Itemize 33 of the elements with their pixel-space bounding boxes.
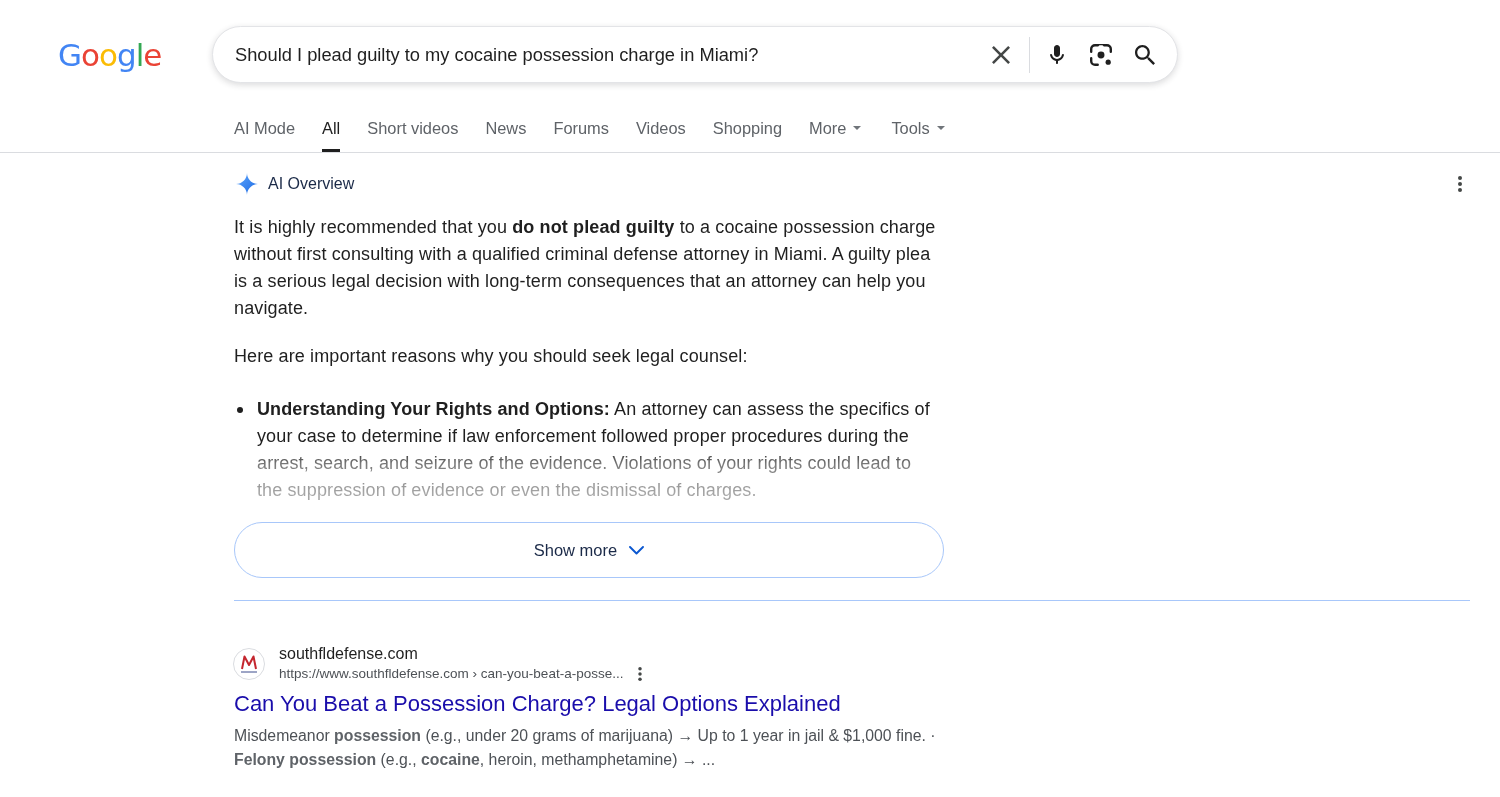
search-input[interactable]: Should I plead guilty to my cocaine possession charge in Miami? (235, 43, 984, 66)
search-tab[interactable]: AI Mode (234, 108, 296, 152)
more-options-icon[interactable] (1458, 176, 1462, 192)
camera-icon[interactable] (1090, 43, 1112, 66)
sparkle-icon (236, 173, 258, 195)
search-tab[interactable]: Videos (635, 108, 686, 152)
search-tab[interactable]: Forums (553, 108, 609, 152)
result-title-link[interactable]: Can You Beat a Possession Charge? Legal Options Explained (234, 689, 841, 719)
search-tab[interactable]: Short videos (367, 108, 459, 152)
site-name[interactable]: southfldefense.com (279, 644, 643, 664)
search-tab[interactable]: Shopping (712, 108, 783, 152)
dropdown-tab[interactable]: More (809, 108, 862, 152)
search-bar[interactable]: Should I plead guilty to my cocaine possession charge in Miami? (212, 26, 1178, 83)
overview-paragraph: Here are important reasons why you should seek legal counsel: (234, 345, 749, 368)
mic-icon[interactable] (1050, 45, 1064, 64)
close-icon[interactable] (992, 45, 1010, 64)
dropdown-tab[interactable]: Tools (891, 108, 945, 152)
search-tab[interactable]: News (485, 108, 527, 152)
result-url[interactable]: https://www.southfldefense.com › can-you-beat-a-posse... (279, 664, 624, 684)
show-more-button[interactable]: Show more (234, 522, 944, 578)
result-snippet: Misdemeanor possession (e.g., under 20 grams of marijuana) → Up to 1 year in jail & $1,000 fine. · Felony possession (e.g., cocaine, heroin, methamphetamine) → ... (234, 726, 937, 770)
search-icon[interactable] (1135, 44, 1155, 65)
ai-overview-title: AI Overview (268, 174, 355, 194)
search-tab[interactable]: All (322, 108, 341, 152)
overview-paragraph: It is highly recommended that you do not plead guilty to a cocaine possession charge without first consulting with a qualified criminal defense attorney in Miami. A guilty plea is a serious legal decision with long-term consequences that an attorney can help you navigate. (234, 216, 937, 320)
bullet-icon (237, 407, 243, 413)
chevron-down-icon (629, 545, 645, 555)
site-logo-icon[interactable] (233, 648, 265, 680)
caret-down-icon (936, 126, 945, 130)
google-logo[interactable]: Google (58, 36, 162, 73)
more-options-icon[interactable] (638, 667, 643, 681)
caret-down-icon (853, 126, 862, 130)
bullet-point-text: Understanding Your Rights and Options: An attorney can assess the specifics of your case to determine if law enforcement followed proper procedures during the arrest, search, and seizure of the evidence. Violations of your rights could lead to the suppression of evidence or even the dismissal of charges. (257, 398, 931, 502)
